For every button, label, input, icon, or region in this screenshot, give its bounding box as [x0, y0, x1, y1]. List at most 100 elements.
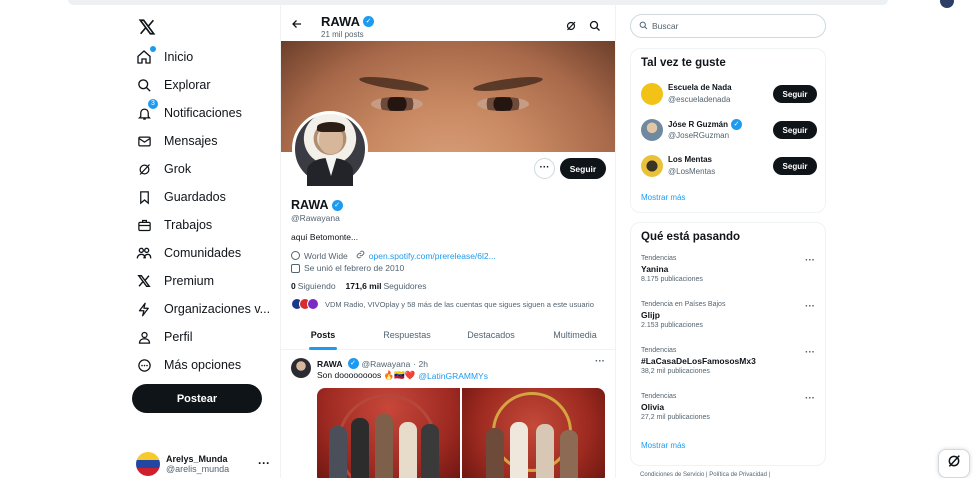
- person-icon: [136, 329, 152, 345]
- verified-badge-icon: ✓: [731, 119, 743, 130]
- show-more-link[interactable]: Mostrar más: [641, 193, 685, 202]
- follow-button[interactable]: Seguir: [773, 121, 817, 139]
- trend-item[interactable]: Tendencias Olivia 27,2 mil publicaciones…: [641, 393, 819, 429]
- follow-button[interactable]: Seguir: [773, 157, 817, 175]
- profile-avatar[interactable]: [292, 111, 368, 187]
- nav-item-premium[interactable]: Premium: [136, 268, 214, 294]
- footer-links[interactable]: Condiciones de Servicio | Política de Pr…: [640, 472, 770, 478]
- nav-item-guardados[interactable]: Guardados: [136, 184, 226, 210]
- suggestion-item[interactable]: Los Mentas @LosMentas Seguir: [641, 153, 819, 181]
- nav-label: Trabajos: [164, 218, 213, 232]
- nav-item-trabajos[interactable]: Trabajos: [136, 212, 212, 238]
- avatar: [641, 83, 663, 105]
- link-icon: [356, 250, 365, 261]
- profile-joined: Se unió el febrero de 2010: [291, 263, 404, 273]
- nav-item-organizaciones[interactable]: Organizaciones v...: [136, 296, 270, 322]
- mention-link[interactable]: @LatinGRAMMYs: [418, 371, 488, 381]
- more-icon[interactable]: ···: [258, 456, 270, 470]
- people-icon: [136, 245, 152, 261]
- grok-chat-button[interactable]: [938, 449, 970, 478]
- nav-item-mensajes[interactable]: Mensajes: [136, 128, 218, 154]
- nav-item-explorar[interactable]: Explorar: [136, 72, 211, 98]
- verified-badge-icon: ✓: [347, 358, 359, 369]
- bookmark-icon: [136, 189, 152, 205]
- tab-destacados[interactable]: Destacados: [449, 322, 533, 349]
- trend-count: 8.175 publicaciones: [641, 276, 703, 283]
- following-link[interactable]: 0 Siguiendo: [291, 281, 336, 291]
- tweet-handle: @Rawayana: [361, 358, 411, 369]
- trend-more-icon[interactable]: ···: [805, 347, 815, 358]
- trend-item[interactable]: Tendencias Yanina 8.175 publicaciones ··…: [641, 255, 819, 291]
- tweet-media[interactable]: [317, 388, 605, 478]
- search-icon: [639, 17, 648, 35]
- tab-posts[interactable]: Posts: [281, 322, 365, 350]
- trend-more-icon[interactable]: ···: [805, 255, 815, 266]
- search-icon[interactable]: [589, 19, 601, 37]
- more-circle-icon: [136, 357, 152, 373]
- verified-badge-icon: ✓: [331, 199, 343, 211]
- avatar[interactable]: [291, 358, 311, 378]
- tweet-more-button[interactable]: ···: [595, 356, 605, 367]
- back-arrow-icon[interactable]: [291, 18, 303, 33]
- suggestion-item[interactable]: Jóse R Guzmán ✓ @JoseRGuzman Seguir: [641, 117, 819, 145]
- media-image[interactable]: [317, 388, 460, 478]
- x-logo-icon[interactable]: [138, 18, 156, 36]
- trend-context: Tendencias: [641, 255, 677, 262]
- trend-more-icon[interactable]: ···: [805, 301, 815, 312]
- nav-item-grok[interactable]: Grok: [136, 156, 191, 182]
- nav-item-mas-opciones[interactable]: Más opciones: [136, 352, 241, 378]
- avatar: [136, 452, 160, 476]
- suggestion-item[interactable]: Escuela de Nada @escueladenada Seguir: [641, 81, 819, 109]
- profile-location: World Wide: [304, 250, 348, 261]
- verified-badge-icon: ✓: [363, 16, 374, 27]
- follow-button[interactable]: Seguir: [773, 85, 817, 103]
- suggestion-name: Los Mentas: [668, 155, 713, 164]
- tweet[interactable]: RAWA ✓ @Rawayana · 2h ··· Son doooooooos…: [281, 350, 615, 478]
- envelope-icon: [136, 133, 152, 149]
- trends-card: Qué está pasando Tendencias Yanina 8.175…: [630, 222, 826, 466]
- tab-respuestas[interactable]: Respuestas: [365, 322, 449, 349]
- more-options-button[interactable]: ···: [534, 158, 555, 179]
- followed-by[interactable]: VDM Radio, VIVOplay y 58 más de las cuen…: [291, 298, 594, 310]
- x-logo-icon: [136, 273, 152, 289]
- tweet-time[interactable]: · 2h: [413, 359, 428, 369]
- profile-name: RAWA ✓: [291, 198, 343, 212]
- nav-label: Perfil: [164, 330, 193, 344]
- trend-item[interactable]: Tendencia en Países Bajos Glijp 2.153 pu…: [641, 301, 819, 337]
- trend-title: Olivia: [641, 402, 665, 412]
- trends-title: Qué está pasando: [641, 231, 741, 243]
- avatar: [641, 155, 663, 177]
- notification-badge: 3: [148, 99, 158, 109]
- media-image[interactable]: [462, 388, 605, 478]
- grok-icon[interactable]: [565, 19, 577, 37]
- nav-label: Organizaciones v...: [164, 302, 271, 316]
- nav-item-notificaciones[interactable]: 3 Notificaciones: [136, 99, 242, 126]
- trend-title: #LaCasaDeLosFamososMx3: [641, 356, 756, 366]
- profile-handle: @Rawayana: [291, 213, 340, 223]
- tab-multimedia[interactable]: Multimedia: [533, 322, 615, 349]
- follow-button[interactable]: Seguir: [560, 158, 606, 179]
- nav-item-comunidades[interactable]: Comunidades: [136, 240, 241, 266]
- nav-item-perfil[interactable]: Perfil: [136, 324, 192, 350]
- trend-more-icon[interactable]: ···: [805, 393, 815, 404]
- profile-bio: aquí Betomonte...: [291, 232, 359, 242]
- post-button[interactable]: Postear: [132, 384, 262, 413]
- followers-link[interactable]: 171,6 mil Seguidores: [346, 281, 427, 291]
- home-icon: [136, 46, 156, 65]
- nav-label: Grok: [164, 162, 192, 176]
- tweet-text: Son doooooooos 🔥🇻🇪❤️ @LatinGRAMMYs: [317, 370, 488, 381]
- browser-profile-dot: [940, 0, 954, 8]
- account-handle: @arelis_munda: [166, 464, 230, 474]
- trend-item[interactable]: Tendencias #LaCasaDeLosFamososMx3 38,2 m…: [641, 347, 819, 383]
- profile-link[interactable]: open.spotify.com/prerelease/6l2...: [369, 251, 496, 261]
- account-switcher[interactable]: Arelys_Munda @arelis_munda ···: [136, 450, 276, 478]
- show-more-link[interactable]: Mostrar más: [641, 441, 685, 450]
- search-input[interactable]: [652, 21, 812, 31]
- tweet-author[interactable]: RAWA: [317, 359, 343, 369]
- location-icon: [291, 251, 300, 260]
- trend-count: 38,2 mil publicaciones: [641, 368, 710, 375]
- search-box[interactable]: [630, 14, 826, 38]
- nav-item-inicio[interactable]: Inicio: [136, 44, 193, 70]
- nav-label: Inicio: [164, 50, 194, 64]
- calendar-icon: [291, 263, 300, 273]
